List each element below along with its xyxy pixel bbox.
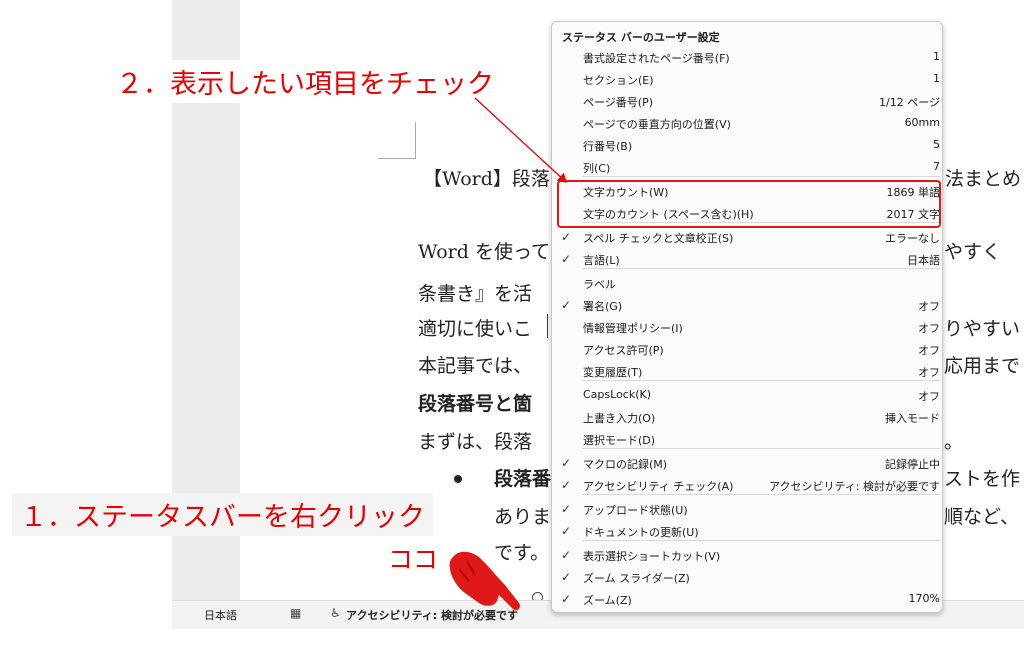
pointing-hand-icon (449, 551, 520, 611)
